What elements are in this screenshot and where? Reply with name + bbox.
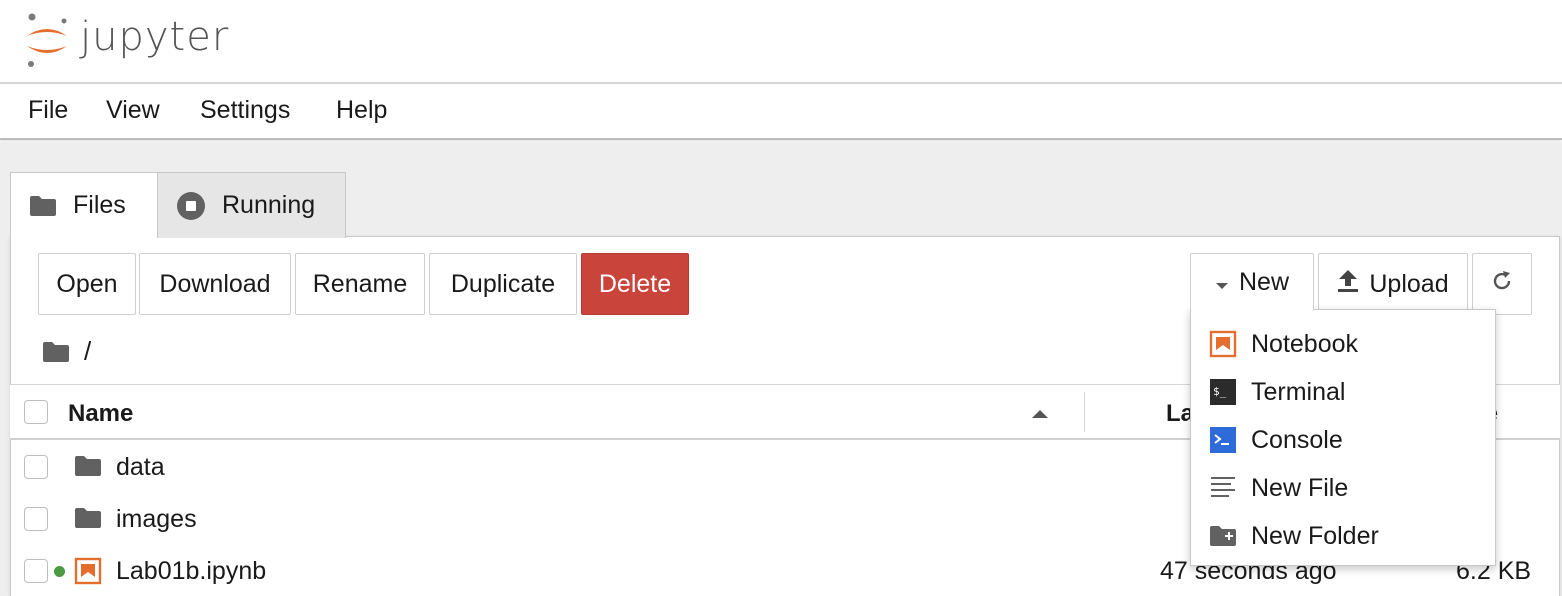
svg-text:$_: $_: [1213, 385, 1227, 398]
menu-settings[interactable]: Settings: [200, 96, 290, 125]
column-header-name[interactable]: Name: [68, 400, 133, 428]
menu-help[interactable]: Help: [336, 96, 387, 125]
running-indicator: [54, 566, 65, 577]
menu-item-label: Console: [1251, 425, 1343, 454]
jupyter-logo-icon[interactable]: [22, 12, 72, 70]
duplicate-button[interactable]: Duplicate: [429, 253, 577, 315]
menu-item-new-file[interactable]: New File: [1191, 464, 1497, 512]
row-checkbox[interactable]: [24, 559, 48, 583]
list-item-name[interactable]: data: [116, 453, 165, 482]
new-menu-dropdown: Notebook $_ Terminal Console New File Ne…: [1190, 309, 1496, 566]
menu-bar: File View Settings Help: [0, 84, 1562, 140]
menu-item-label: Notebook: [1251, 329, 1359, 358]
notebook-icon: [74, 557, 102, 590]
folder-icon[interactable]: [42, 341, 70, 363]
text-file-icon: [1209, 474, 1237, 502]
notebook-icon: [1209, 330, 1237, 358]
terminal-icon: $_: [1209, 378, 1237, 406]
menu-view[interactable]: View: [106, 96, 160, 125]
list-item-name[interactable]: Lab01b.ipynb: [116, 557, 266, 586]
open-button[interactable]: Open: [38, 253, 136, 315]
menu-item-console[interactable]: Console: [1191, 416, 1497, 464]
console-icon: [1209, 426, 1237, 454]
refresh-button[interactable]: [1472, 253, 1532, 315]
menu-item-label: Terminal: [1251, 377, 1346, 406]
breadcrumb: /: [42, 336, 91, 367]
upload-button-label: Upload: [1369, 269, 1449, 298]
tab-files[interactable]: Files: [10, 172, 158, 238]
folder-icon: [74, 455, 102, 482]
menu-item-label: New File: [1251, 473, 1349, 502]
column-divider: [1084, 392, 1085, 432]
menu-file[interactable]: File: [28, 96, 68, 125]
menu-item-terminal[interactable]: $_ Terminal: [1191, 368, 1497, 416]
folder-icon: [29, 195, 57, 217]
new-button-label: New: [1238, 268, 1289, 296]
delete-button[interactable]: Delete: [581, 253, 689, 315]
caret-down-icon: [1215, 268, 1229, 297]
menu-item-notebook[interactable]: Notebook: [1191, 320, 1497, 368]
tab-files-label: Files: [73, 191, 126, 219]
download-button[interactable]: Download: [139, 253, 291, 315]
top-bar: jupyter: [0, 0, 1562, 84]
tab-running[interactable]: Running: [157, 172, 346, 238]
tab-running-label: Running: [222, 191, 316, 219]
upload-icon: [1337, 269, 1359, 300]
upload-button[interactable]: Upload: [1318, 253, 1468, 315]
new-button[interactable]: New: [1190, 253, 1314, 311]
sort-ascending-icon[interactable]: [1031, 406, 1049, 424]
brand-name: jupyter: [80, 14, 230, 60]
row-checkbox[interactable]: [24, 507, 48, 531]
menu-item-label: New Folder: [1251, 521, 1379, 550]
list-item-name[interactable]: images: [116, 505, 197, 534]
rename-button[interactable]: Rename: [295, 253, 425, 315]
breadcrumb-path[interactable]: /: [84, 336, 91, 367]
select-all-checkbox[interactable]: [24, 400, 48, 424]
row-checkbox[interactable]: [24, 455, 48, 479]
refresh-icon: [1490, 269, 1514, 300]
stop-circle-icon: [176, 191, 206, 221]
folder-icon: [74, 507, 102, 534]
menu-item-new-folder[interactable]: New Folder: [1191, 512, 1497, 560]
new-folder-icon: [1209, 522, 1237, 550]
